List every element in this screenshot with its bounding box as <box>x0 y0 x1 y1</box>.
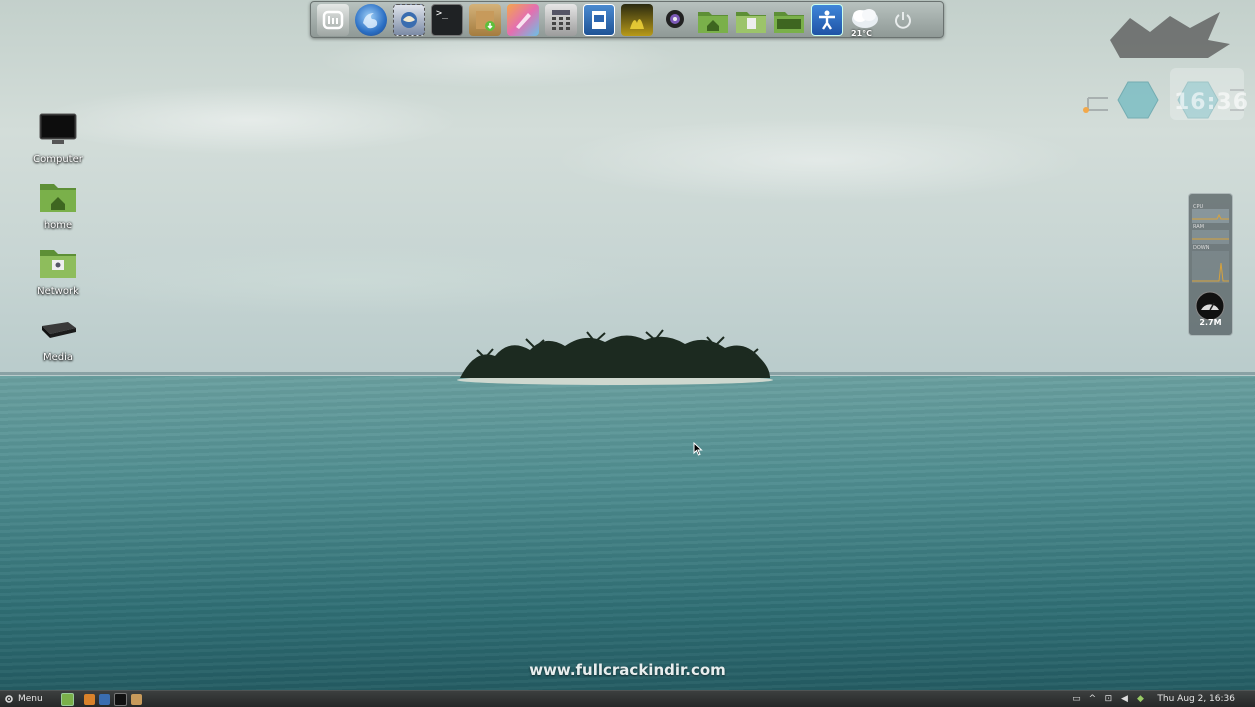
package-installer-icon[interactable] <box>469 3 501 36</box>
system-tray: ▭ ^ ⊡ ◀ ◆ Thu Aug 2, 16:36 <box>1071 691 1255 707</box>
thunderbird-launcher-icon[interactable] <box>98 693 110 705</box>
shield-icon[interactable]: ◆ <box>1135 694 1145 704</box>
desktop-folder-icon[interactable] <box>773 4 805 36</box>
desktop-icon-home[interactable]: home <box>22 180 94 231</box>
network-icon[interactable]: ⊡ <box>1103 694 1113 704</box>
menu-label: Menu <box>18 694 43 704</box>
desktop-icon-network[interactable]: Network <box>22 246 94 297</box>
thunderbird-icon[interactable] <box>393 3 425 36</box>
weather-temperature: 21°C <box>851 28 873 38</box>
display-icon[interactable]: ▭ <box>1071 694 1081 704</box>
documents-folder-icon[interactable] <box>735 4 767 36</box>
mint-logo-icon[interactable] <box>317 3 349 36</box>
clock-widget: 16:36 <box>1080 10 1250 140</box>
sysmon-graphs <box>1192 209 1229 321</box>
weather-icon[interactable]: 21°C <box>849 4 881 38</box>
menu-button[interactable]: Menu <box>0 691 47 707</box>
chevron-up-icon[interactable]: ^ <box>1087 694 1097 704</box>
home-folder-icon <box>40 184 76 212</box>
desktop-icon-label: Network <box>37 286 79 297</box>
firefox-launcher-icon[interactable] <box>83 693 95 705</box>
island-image <box>457 329 773 385</box>
menu-gear-icon <box>5 695 13 703</box>
file-manager-launcher-icon[interactable] <box>130 693 142 705</box>
writer-icon[interactable] <box>583 3 615 36</box>
webcam-icon[interactable] <box>659 4 691 36</box>
desktop-icon-label: Media <box>42 352 74 363</box>
monitor-icon <box>39 113 77 144</box>
image-viewer-icon[interactable] <box>621 3 653 36</box>
network-folder-icon <box>40 250 76 278</box>
terminal-launcher-icon[interactable] <box>113 692 127 706</box>
mouse-cursor-icon <box>693 442 703 456</box>
accessibility-icon[interactable] <box>811 3 843 36</box>
watermark-text: www.fullcrackindir.com <box>529 661 726 679</box>
wallpaper-sky <box>0 0 1255 376</box>
taskbar-clock[interactable]: Thu Aug 2, 16:36 <box>1157 694 1235 704</box>
dock-panel: >_ 21°C <box>310 1 944 38</box>
system-monitor-widget: CPU RAM DOWN 2.7M <box>1188 193 1233 336</box>
taskbar: Menu ▭ ^ ⊡ ◀ ◆ Thu Aug 2, 16:36 <box>0 690 1255 707</box>
home-folder-icon[interactable] <box>697 4 729 36</box>
desktop-icon-label: Computer <box>33 154 83 165</box>
sysmon-value: 2.7M <box>1199 318 1222 327</box>
volume-icon[interactable]: ◀ <box>1119 694 1129 704</box>
power-icon[interactable] <box>887 4 919 36</box>
firefox-icon[interactable] <box>355 3 387 36</box>
terminal-icon[interactable]: >_ <box>431 3 463 36</box>
wallpaper-sea <box>0 376 1255 690</box>
desktop-icon-computer[interactable]: Computer <box>22 112 94 165</box>
drive-icon <box>42 322 76 338</box>
terminal-glyph: >_ <box>436 7 449 19</box>
clock-time: 16:36 <box>1174 90 1250 115</box>
paint-icon[interactable] <box>507 3 539 36</box>
calculator-icon[interactable] <box>545 3 577 36</box>
clock-widget-art <box>1083 12 1244 120</box>
desktop-icon-media[interactable]: Media <box>22 312 94 363</box>
desktop-icon-label: home <box>43 220 73 231</box>
show-desktop-icon[interactable] <box>60 692 74 706</box>
